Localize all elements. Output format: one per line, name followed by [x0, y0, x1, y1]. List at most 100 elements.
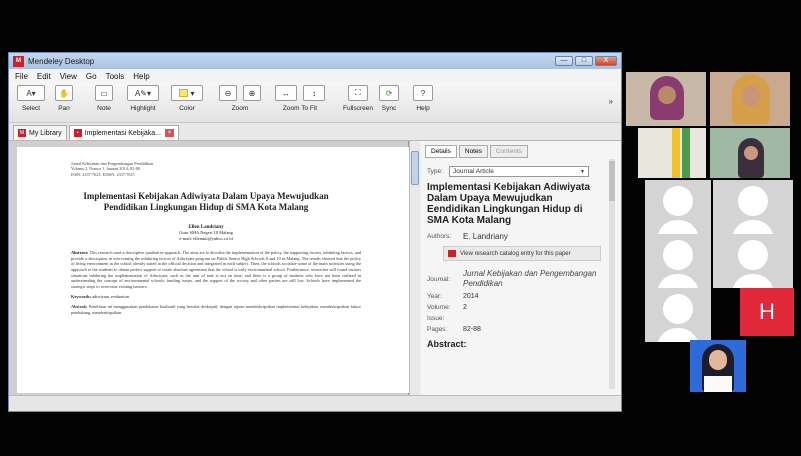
pan-label: Pan — [58, 105, 70, 112]
issue-label: Issue: — [427, 315, 445, 322]
participant-tile-3[interactable] — [638, 128, 706, 178]
select-button[interactable]: A▾ Select — [17, 85, 45, 112]
mendeley-catalog-icon — [448, 250, 456, 257]
maximize-button[interactable]: □ — [575, 56, 593, 66]
authors-value[interactable]: E. Landriany — [463, 232, 508, 241]
sync-button[interactable]: ⟳ Sync — [379, 85, 399, 112]
avatar-head-icon — [738, 186, 768, 216]
highlight-icon: A✎▾ — [127, 85, 159, 101]
tab-contents[interactable]: Contents — [489, 145, 528, 158]
fullscreen-button[interactable]: ⛶ Fullscreen — [343, 85, 373, 112]
content-area: Jurnal Kebijakan dan Pengembangan Pendid… — [9, 141, 621, 395]
year-value[interactable]: 2014 — [463, 293, 479, 300]
tab-notes[interactable]: Notes — [458, 145, 488, 158]
avatar-head-icon — [738, 240, 768, 270]
mendeley-window: M Mendeley Desktop — □ X File Edit View … — [8, 52, 622, 412]
toolbar-overflow-icon[interactable]: » — [609, 97, 613, 106]
keywords-label: Keywords: — [71, 294, 92, 300]
tab-my-library[interactable]: M My Library — [13, 125, 67, 140]
journal-value[interactable]: Jurnal Kebijakan dan Pengembangan Pendid… — [463, 269, 603, 289]
participant-tile-9[interactable] — [645, 288, 711, 342]
participant-face — [742, 86, 760, 106]
zoom-out-icon[interactable]: ⊖ — [219, 85, 237, 101]
menu-tools[interactable]: Tools — [106, 72, 125, 81]
close-tab-icon[interactable]: × — [164, 129, 174, 137]
type-value: Journal Article — [453, 168, 494, 175]
fit-height-icon[interactable]: ↕ — [303, 85, 325, 101]
tab-details[interactable]: Details — [425, 145, 457, 158]
details-abstract-heading: Abstract: — [427, 339, 467, 349]
journal-issn-line: ISSN: 2337-7623; EISSN: 2337-7615 — [71, 171, 135, 177]
cursor-icon: A▾ — [17, 85, 45, 101]
fit-width-icon[interactable]: ↔ — [275, 85, 297, 101]
document-abstract: Abstract: This research used a descripti… — [71, 250, 361, 289]
note-button[interactable]: ▭ Note — [95, 85, 113, 112]
participant-video — [682, 128, 690, 178]
avatar-body-icon — [732, 220, 774, 234]
select-label: Select — [21, 105, 41, 112]
participant-face — [709, 350, 727, 370]
color-button[interactable]: ▾ Color — [171, 85, 203, 112]
participant-tile-7[interactable] — [645, 234, 711, 288]
participant-tile-11[interactable] — [690, 340, 746, 392]
menu-edit[interactable]: Edit — [37, 72, 51, 81]
participant-tile-8[interactable] — [713, 234, 793, 288]
catalog-link-label: View research catalog entry for this pap… — [460, 250, 571, 257]
zoom-in-icon[interactable]: ⊕ — [243, 85, 261, 101]
volume-value[interactable]: 2 — [463, 304, 467, 311]
participant-tile-2[interactable] — [710, 72, 790, 126]
tab-document-label: Implementasi Kebijaka... — [84, 129, 161, 137]
pdf-viewer[interactable]: Jurnal Kebijakan dan Pengembangan Pendid… — [9, 141, 420, 395]
zoom-label: Zoom — [231, 105, 249, 112]
help-icon: ? — [413, 85, 433, 101]
author-email: e-mail: ellenuni@yahoo.co.id — [179, 236, 233, 242]
abstract-text: This research used a descriptive qualita… — [71, 250, 362, 289]
avatar-body-icon — [732, 274, 774, 288]
status-bar — [9, 395, 621, 411]
pages-value[interactable]: 82-88 — [463, 326, 481, 333]
participant-tile-6[interactable] — [713, 180, 793, 234]
minimize-button[interactable]: — — [555, 56, 573, 66]
journal-label: Journal: — [427, 275, 451, 283]
chevron-down-icon: ▼ — [580, 168, 585, 175]
menu-help[interactable]: Help — [133, 72, 149, 81]
catalog-link[interactable]: View research catalog entry for this pap… — [443, 246, 601, 261]
details-scrollbar-thumb[interactable] — [609, 161, 615, 201]
participant-tile-1[interactable] — [626, 72, 706, 126]
abstrak-text: Penelitian ini menggunakan pendekatan ku… — [71, 304, 361, 315]
details-title[interactable]: Implementasi Kebijakan Adiwiyata Dalam U… — [427, 182, 597, 226]
details-panel: Details Notes Contents Type: Journal Art… — [421, 141, 621, 395]
help-button[interactable]: ? Help — [413, 85, 433, 112]
toolbar: A▾ Select ✋ Pan ▭ Note A✎▾ Highlight ▾ C… — [9, 83, 621, 123]
pan-button[interactable]: ✋ Pan — [55, 85, 73, 112]
participant-tile-5[interactable] — [645, 180, 711, 234]
avatar-body-icon — [657, 220, 699, 234]
note-label: Note — [97, 105, 111, 112]
pdf-icon: ▪ — [73, 129, 82, 137]
details-scrollbar[interactable] — [609, 159, 615, 389]
zoom-to-fit-label: Zoom To Fit — [282, 105, 318, 112]
abstrak-label: Abstrak: — [71, 304, 88, 310]
journal-meta: Jurnal Kebijakan dan Pengembangan Pendid… — [71, 161, 387, 177]
title-bar[interactable]: M Mendeley Desktop — □ X — [9, 53, 621, 69]
type-label: Type: — [427, 168, 443, 175]
tab-document[interactable]: ▪ Implementasi Kebijaka... × — [68, 125, 179, 140]
highlight-button[interactable]: A✎▾ Highlight — [127, 85, 159, 112]
type-select[interactable]: Journal Article ▼ — [449, 166, 589, 177]
details-tabs: Details Notes Contents — [421, 141, 621, 158]
menu-file[interactable]: File — [15, 72, 28, 81]
menu-go[interactable]: Go — [86, 72, 97, 81]
menu-view[interactable]: View — [60, 72, 77, 81]
fullscreen-label: Fullscreen — [343, 105, 373, 112]
participant-tile-initial[interactable]: H — [740, 288, 794, 336]
zoom-to-fit-group: ↔ ↕ Zoom To Fit — [275, 85, 325, 112]
participant-video — [704, 376, 732, 392]
scrollbar-thumb[interactable] — [411, 151, 419, 185]
help-label: Help — [416, 105, 430, 112]
zoom-group: ⊖ ⊕ Zoom — [219, 85, 261, 112]
close-window-button[interactable]: X — [595, 56, 617, 66]
pdf-page[interactable]: Jurnal Kebijakan dan Pengembangan Pendid… — [17, 147, 409, 393]
hand-icon: ✋ — [55, 85, 73, 101]
pdf-scrollbar[interactable] — [409, 141, 420, 395]
participant-tile-4[interactable] — [710, 128, 790, 178]
